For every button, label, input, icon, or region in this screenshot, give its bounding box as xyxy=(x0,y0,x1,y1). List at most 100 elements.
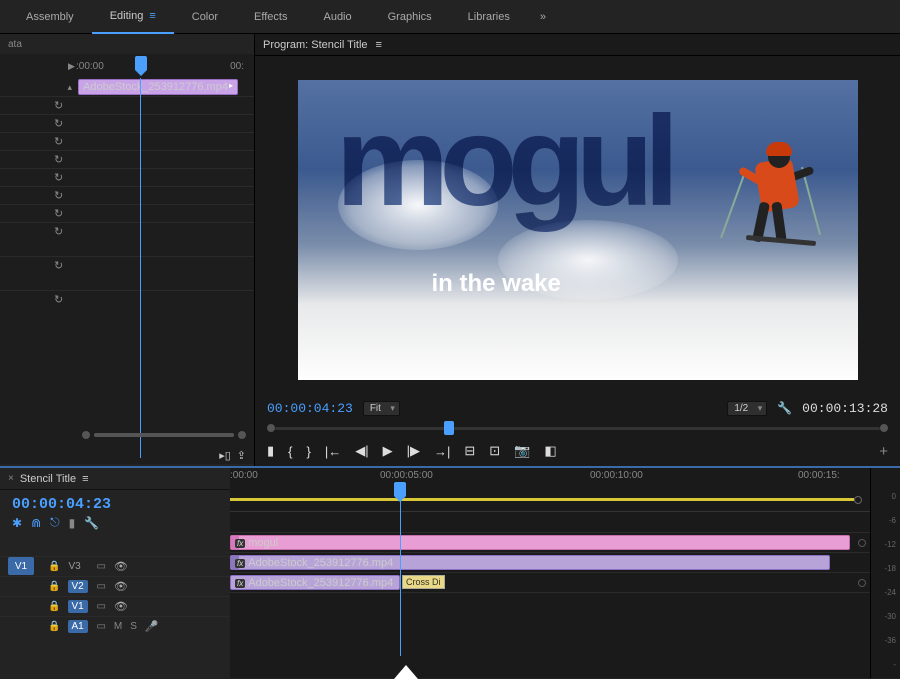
eye-icon[interactable]: 👁 xyxy=(114,580,128,593)
snap-icon[interactable]: ✱ xyxy=(12,516,22,530)
sequence-tab[interactable]: Stencil Title xyxy=(20,473,76,485)
timecode-current[interactable]: 00:00:04:23 xyxy=(267,401,353,416)
history-row[interactable]: ↺ xyxy=(0,256,254,274)
track-label-v2[interactable]: V2 xyxy=(68,580,88,593)
history-row[interactable]: ↺ xyxy=(0,96,254,114)
clip-v2[interactable]: fxAdobeStock_253912776.mp4 xyxy=(230,555,830,570)
program-monitor[interactable]: mogul in the wake xyxy=(255,56,900,396)
scroll-handle[interactable] xyxy=(854,496,862,504)
track-v3[interactable]: fxmogul xyxy=(230,532,870,552)
resolution-dropdown[interactable]: 1/2 xyxy=(727,401,767,416)
tab-effects[interactable]: Effects xyxy=(236,0,305,34)
track-a1[interactable] xyxy=(230,592,870,612)
track-label-a1[interactable]: A1 xyxy=(68,620,88,633)
ruler-start-label: :00:00 xyxy=(76,61,104,72)
source-scrollbar[interactable] xyxy=(82,430,246,440)
chevron-up-icon[interactable]: ▴ xyxy=(0,82,78,93)
lock-icon[interactable]: 🔒 xyxy=(48,581,60,592)
timeline-tracks[interactable]: :00:00 00:00:05:00 00:00:10:00 00:00:15:… xyxy=(230,468,870,678)
scroll-handle[interactable] xyxy=(858,539,866,547)
extract-icon[interactable]: ⊡ xyxy=(489,443,500,459)
scroll-handle-left[interactable] xyxy=(267,424,275,432)
scroll-handle-left[interactable] xyxy=(82,431,90,439)
history-row[interactable]: ↺ xyxy=(0,114,254,132)
marker-icon[interactable]: ▮ xyxy=(69,516,76,530)
export-icon[interactable]: ⇪ xyxy=(237,449,246,462)
export-frame-icon[interactable]: 📷 xyxy=(514,443,530,459)
history-row[interactable]: ↺ xyxy=(0,186,254,204)
comparison-icon[interactable]: ◧ xyxy=(544,443,556,459)
timeline-playhead[interactable] xyxy=(394,482,406,496)
settings-icon[interactable]: 🔧 xyxy=(777,401,792,415)
play-icon[interactable]: ▶ xyxy=(383,443,393,459)
button-editor-icon[interactable]: + xyxy=(879,443,888,460)
mark-out-icon[interactable]: } xyxy=(307,444,311,459)
clip-v1[interactable]: fxAdobeStock_253912776.mp4 xyxy=(230,575,400,590)
track-header-v2[interactable]: 🔒 V2 ▭ 👁 xyxy=(0,576,230,596)
track-v2[interactable]: fxAdobeStock_253912776.mp4 xyxy=(230,552,870,572)
go-to-out-icon[interactable]: →| xyxy=(434,444,450,459)
tab-editing[interactable]: Editing≡ xyxy=(92,0,174,34)
go-to-in-icon[interactable]: |← xyxy=(325,444,341,459)
tab-libraries[interactable]: Libraries xyxy=(450,0,528,34)
linked-selection-icon[interactable]: ⎋ xyxy=(50,515,60,530)
mic-icon[interactable]: 🎤 xyxy=(145,620,159,633)
timecode-total: 00:00:13:28 xyxy=(802,401,888,416)
clip-v3[interactable]: fxmogul xyxy=(230,535,850,550)
sync-lock-icon[interactable]: ▭ xyxy=(96,621,105,632)
history-row[interactable]: ↺ xyxy=(0,132,254,150)
lock-icon[interactable]: 🔒 xyxy=(48,561,60,572)
history-row[interactable]: ↺ xyxy=(0,168,254,186)
sync-lock-icon[interactable]: ▭ xyxy=(96,581,105,592)
new-item-icon[interactable]: ▸▯ xyxy=(219,449,231,462)
close-icon[interactable]: × xyxy=(8,473,14,484)
lock-icon[interactable]: 🔒 xyxy=(48,601,60,612)
program-playhead-marker[interactable] xyxy=(444,421,454,435)
mute-button[interactable]: M xyxy=(114,621,122,632)
source-patch-v1[interactable]: V1 xyxy=(8,557,34,575)
scroll-handle-right[interactable] xyxy=(238,431,246,439)
timeline-ruler[interactable]: :00:00 00:00:05:00 00:00:10:00 00:00:15: xyxy=(230,468,870,512)
eye-icon[interactable]: 👁 xyxy=(114,600,128,613)
lock-icon[interactable]: 🔒 xyxy=(48,621,60,632)
clip-label: mogul xyxy=(248,537,278,549)
program-scrubber[interactable] xyxy=(255,420,900,436)
eye-icon[interactable]: 👁 xyxy=(114,560,128,573)
source-playhead[interactable] xyxy=(135,56,147,70)
track-header-v3[interactable]: 🔒 V3 ▭ 👁 xyxy=(0,556,230,576)
track-v1[interactable]: fxAdobeStock_253912776.mp4 xyxy=(230,572,870,592)
work-area-bar[interactable] xyxy=(230,498,854,501)
wrench-icon[interactable]: 🔧 xyxy=(84,516,99,530)
scroll-handle[interactable] xyxy=(858,579,866,587)
mark-in-icon[interactable]: { xyxy=(288,444,292,459)
history-row[interactable]: ↺ xyxy=(0,222,254,240)
sync-lock-icon[interactable]: ▭ xyxy=(96,561,105,572)
step-back-icon[interactable]: ◀| xyxy=(355,443,368,459)
track-label-v1[interactable]: V1 xyxy=(68,600,88,613)
menu-icon[interactable]: ≡ xyxy=(376,39,382,51)
solo-button[interactable]: S xyxy=(130,621,137,632)
history-row[interactable]: ↺ xyxy=(0,204,254,222)
track-header-a1[interactable]: 🔒 A1 ▭ M S 🎤 xyxy=(0,616,230,636)
magnet-icon[interactable]: ⋒ xyxy=(31,516,41,530)
scroll-handle-right[interactable] xyxy=(880,424,888,432)
add-marker-icon[interactable]: ▮ xyxy=(267,443,274,459)
tab-color[interactable]: Color xyxy=(174,0,236,34)
scroll-thumb[interactable] xyxy=(94,433,234,437)
history-row[interactable]: ↺ xyxy=(0,150,254,168)
step-forward-icon[interactable]: |▶ xyxy=(407,443,420,459)
tab-assembly[interactable]: Assembly xyxy=(8,0,92,34)
lift-icon[interactable]: ⊟ xyxy=(464,443,475,459)
sync-lock-icon[interactable]: ▭ xyxy=(96,601,105,612)
history-row[interactable]: ↺ xyxy=(0,290,254,308)
tab-audio[interactable]: Audio xyxy=(305,0,369,34)
tab-graphics[interactable]: Graphics xyxy=(370,0,450,34)
timeline-timecode[interactable]: 00:00:04:23 xyxy=(0,490,230,515)
fit-dropdown[interactable]: Fit xyxy=(363,401,400,416)
track-header-v1[interactable]: V1 🔒 V1 ▭ 👁 xyxy=(0,596,230,616)
overflow-icon[interactable]: » xyxy=(540,11,546,23)
source-ruler[interactable]: ▶ :00:00 00: xyxy=(0,54,254,78)
source-clip[interactable]: AdobeStock_253912776.mp4▸ xyxy=(78,79,238,95)
menu-icon[interactable]: ≡ xyxy=(82,473,88,485)
caret-right-icon: ▶ xyxy=(68,61,75,72)
